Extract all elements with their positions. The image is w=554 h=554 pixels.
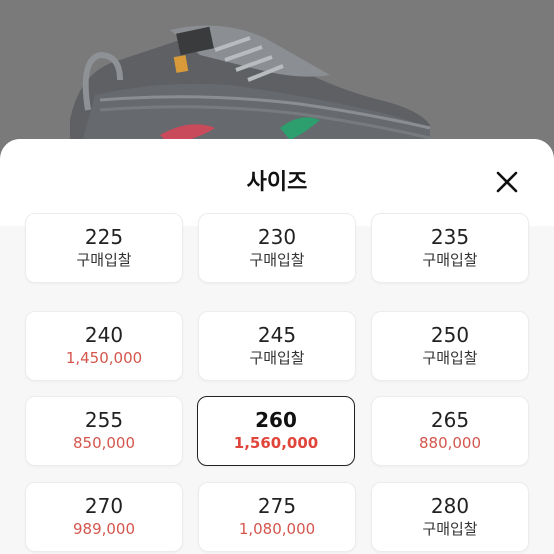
- close-button[interactable]: [488, 163, 526, 201]
- size-option-selected[interactable]: 260 1,560,000: [197, 396, 355, 466]
- size-status: 구매입찰: [422, 251, 478, 269]
- size-option[interactable]: 225 구매입찰: [25, 213, 183, 283]
- size-status: 구매입찰: [249, 349, 305, 367]
- product-image-backdrop: [0, 0, 554, 160]
- close-icon: [496, 171, 518, 193]
- size-option[interactable]: 265 880,000: [371, 396, 529, 466]
- size-price: 989,000: [72, 520, 136, 538]
- size-label: 245: [257, 323, 297, 347]
- size-label: 280: [430, 494, 470, 518]
- size-label: 240: [84, 323, 124, 347]
- size-option[interactable]: 270 989,000: [25, 482, 183, 552]
- size-option[interactable]: 275 1,080,000: [198, 482, 356, 552]
- size-price: 850,000: [72, 434, 136, 452]
- size-status: 구매입찰: [422, 349, 478, 367]
- size-status: 구매입찰: [249, 251, 305, 269]
- size-option[interactable]: 230 구매입찰: [198, 213, 356, 283]
- size-label: 270: [84, 494, 124, 518]
- size-label: 260: [255, 408, 297, 432]
- size-label: 225: [84, 225, 124, 249]
- size-label: 230: [257, 225, 297, 249]
- sneaker-image: [0, 0, 554, 160]
- size-grid: 225 구매입찰 230 구매입찰 235 구매입찰 240 1,450,000…: [0, 213, 554, 554]
- size-status: 구매입찰: [422, 520, 478, 538]
- size-option[interactable]: 280 구매입찰: [371, 482, 529, 552]
- size-label: 275: [257, 494, 297, 518]
- size-option[interactable]: 245 구매입찰: [198, 311, 356, 381]
- size-selection-sheet: 사이즈 225 구매입찰 230 구매입찰 235 구매입찰 240 1,450…: [0, 139, 554, 554]
- size-status: 구매입찰: [76, 251, 132, 269]
- size-option[interactable]: 255 850,000: [25, 396, 183, 466]
- size-price: 1,450,000: [65, 349, 143, 367]
- size-option[interactable]: 250 구매입찰: [371, 311, 529, 381]
- size-option[interactable]: 235 구매입찰: [371, 213, 529, 283]
- size-price: 880,000: [418, 434, 482, 452]
- size-label: 255: [84, 408, 124, 432]
- size-label: 250: [430, 323, 470, 347]
- size-label: 265: [430, 408, 470, 432]
- size-price: 1,560,000: [233, 434, 319, 452]
- size-label: 235: [430, 225, 470, 249]
- size-option[interactable]: 240 1,450,000: [25, 311, 183, 381]
- size-price: 1,080,000: [238, 520, 316, 538]
